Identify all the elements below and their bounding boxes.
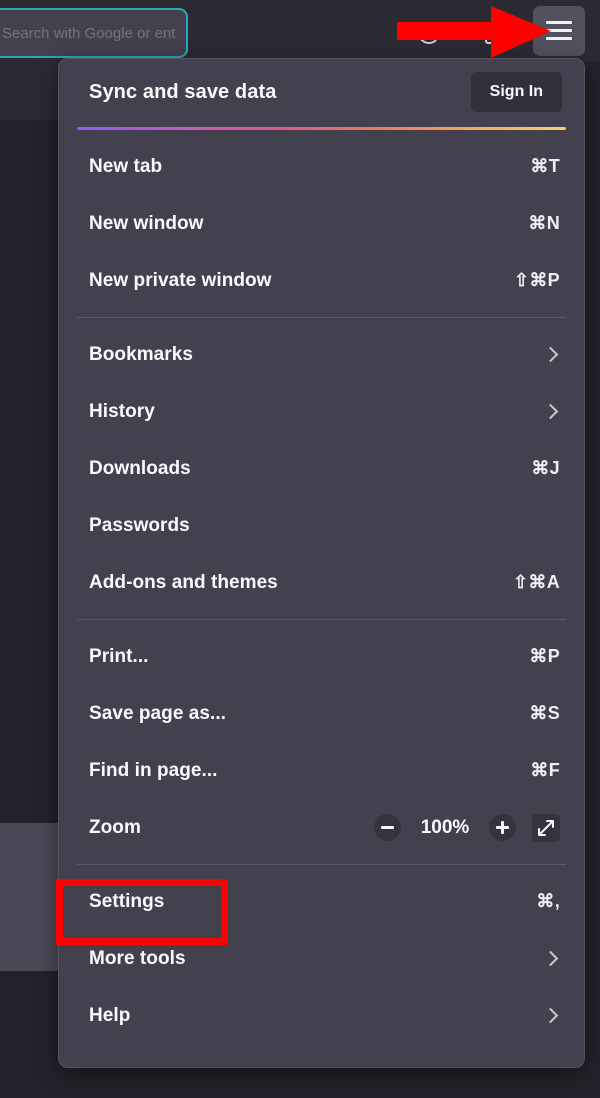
bookmark-icon[interactable]	[485, 22, 507, 44]
menu-item-shortcut: ⇧⌘A	[513, 572, 560, 592]
menu-item-label: New private window	[89, 269, 272, 291]
chevron-right-icon	[542, 950, 559, 967]
menu-item-shortcut: ⌘N	[528, 213, 560, 233]
menu-item-label: Save page as...	[89, 702, 226, 724]
zoom-label: Zoom	[89, 816, 141, 838]
menu-item-shortcut: ⌘,	[536, 891, 560, 911]
menu-item-zoom: Zoom 100%	[59, 799, 584, 856]
menu-item-new-private-window[interactable]: New private window ⇧⌘P	[59, 252, 584, 309]
menu-item-new-tab[interactable]: New tab ⌘T	[59, 138, 584, 195]
menu-item-label: History	[89, 400, 155, 422]
menu-item-label: More tools	[89, 947, 186, 969]
menu-item-more-tools[interactable]: More tools	[59, 930, 584, 987]
menu-item-shortcut: ⌘F	[530, 760, 560, 780]
application-menu-button[interactable]	[533, 6, 585, 56]
sync-title: Sync and save data	[89, 80, 277, 103]
fullscreen-icon	[538, 819, 554, 836]
menu-item-shortcut: ⌘S	[529, 703, 560, 723]
menu-item-label: Bookmarks	[89, 343, 193, 365]
menu-item-label: Help	[89, 1004, 131, 1026]
menu-item-label: New window	[89, 212, 204, 234]
menu-item-save-page-as[interactable]: Save page as... ⌘S	[59, 685, 584, 742]
menu-item-passwords[interactable]: Passwords	[59, 497, 584, 554]
browser-toolbar	[0, 0, 600, 62]
menu-item-settings[interactable]: Settings ⌘,	[59, 873, 584, 930]
menu-section-library: Bookmarks History Downloads ⌘J Passwords…	[59, 318, 584, 619]
menu-section-page: Print... ⌘P Save page as... ⌘S Find in p…	[59, 620, 584, 864]
zoom-in-button[interactable]	[489, 814, 516, 841]
menu-section-settings: Settings ⌘, More tools Help	[59, 865, 584, 1052]
menu-item-label: Passwords	[89, 514, 190, 536]
hamburger-line	[546, 29, 572, 32]
application-menu-panel: Sync and save data Sign In New tab ⌘T Ne…	[58, 58, 585, 1068]
menu-item-label: Find in page...	[89, 759, 218, 781]
hamburger-line	[546, 37, 572, 40]
menu-item-label: Print...	[89, 645, 149, 667]
menu-item-help[interactable]: Help	[59, 987, 584, 1044]
browser-window: Sync and save data Sign In New tab ⌘T Ne…	[0, 0, 600, 1098]
menu-item-label: Downloads	[89, 457, 191, 479]
chevron-right-icon	[542, 1007, 559, 1024]
menu-item-shortcut: ⇧⌘P	[514, 270, 560, 290]
menu-item-shortcut: ⌘J	[531, 458, 560, 478]
zoom-level-value: 100%	[420, 816, 470, 838]
menu-item-label: Add-ons and themes	[89, 571, 278, 593]
url-bar[interactable]	[0, 8, 188, 58]
menu-item-addons-and-themes[interactable]: Add-ons and themes ⇧⌘A	[59, 554, 584, 611]
menu-item-bookmarks[interactable]: Bookmarks	[59, 326, 584, 383]
reload-icon[interactable]	[418, 22, 440, 44]
chevron-right-icon	[542, 346, 559, 363]
url-input[interactable]	[0, 10, 186, 56]
chevron-right-icon	[542, 403, 559, 420]
sync-header: Sync and save data Sign In	[59, 59, 584, 125]
sign-in-button[interactable]: Sign In	[470, 72, 562, 112]
menu-item-print[interactable]: Print... ⌘P	[59, 628, 584, 685]
menu-section-new: New tab ⌘T New window ⌘N New private win…	[59, 130, 584, 317]
menu-item-history[interactable]: History	[59, 383, 584, 440]
menu-item-downloads[interactable]: Downloads ⌘J	[59, 440, 584, 497]
menu-item-shortcut: ⌘P	[529, 646, 560, 666]
hamburger-line	[546, 21, 572, 24]
menu-item-label: New tab	[89, 155, 163, 177]
zoom-out-button[interactable]	[374, 814, 401, 841]
menu-item-label: Settings	[89, 890, 165, 912]
menu-item-find-in-page[interactable]: Find in page... ⌘F	[59, 742, 584, 799]
zoom-controls: 100%	[374, 813, 560, 842]
fullscreen-button[interactable]	[532, 813, 560, 842]
menu-item-shortcut: ⌘T	[530, 156, 560, 176]
menu-item-new-window[interactable]: New window ⌘N	[59, 195, 584, 252]
